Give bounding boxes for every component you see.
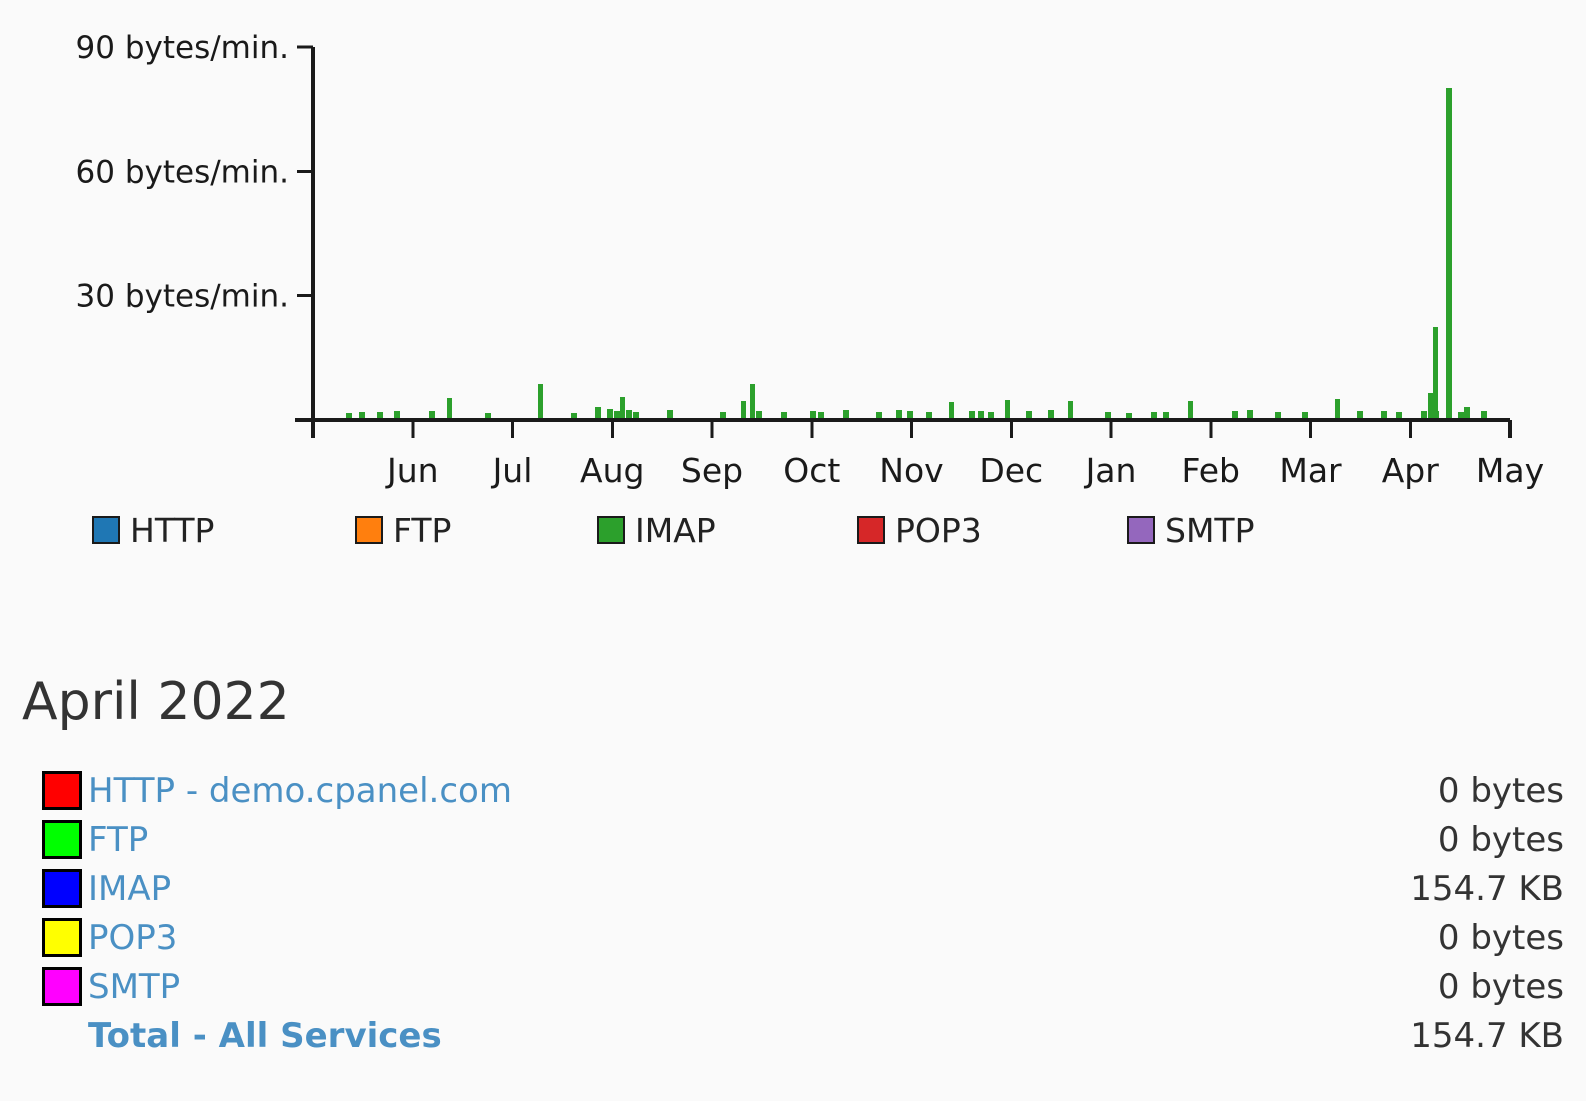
data-bar	[620, 397, 625, 420]
legend-item-pop3[interactable]: POP3	[857, 508, 982, 552]
table-row: Total - All Services 154.7 KB	[20, 1011, 1586, 1060]
table-row: FTP 0 bytes	[20, 815, 1586, 864]
service-value-pop3: 0 bytes	[1148, 913, 1586, 962]
row-label-cell: FTP	[82, 815, 1148, 864]
x-tick-label-nov: Nov	[879, 451, 943, 490]
color-swatch-pop3	[42, 918, 82, 957]
legend-swatch-ftp	[355, 516, 383, 544]
table-row: HTTP - demo.cpanel.com 0 bytes	[20, 766, 1586, 815]
x-tick-label-dec: Dec	[979, 451, 1043, 490]
legend-label-smtp: SMTP	[1165, 514, 1254, 547]
summary-month-title: April 2022	[22, 676, 1586, 728]
row-swatch-cell	[20, 815, 82, 864]
row-label-cell: Total - All Services	[82, 1011, 1148, 1060]
service-link-ftp[interactable]: FTP	[88, 820, 148, 860]
legend-item-ftp[interactable]: FTP	[355, 508, 451, 552]
row-label-cell: SMTP	[82, 962, 1148, 1011]
x-axis-tick-labels: Jun Jul Aug Sep Oct Nov Dec Jan Feb Mar Apr May	[385, 451, 1544, 490]
y-tick-label-90: 90 bytes/min.	[76, 30, 289, 66]
data-bar	[1005, 400, 1010, 420]
service-bandwidth-table: HTTP - demo.cpanel.com0 bytesFTP0 bytesI…	[20, 766, 1586, 1060]
legend-swatch-http	[92, 516, 120, 544]
y-axis-tick-labels: 90 bytes/min. 60 bytes/min. 30 bytes/min.	[76, 30, 289, 315]
legend-item-imap[interactable]: IMAP	[597, 508, 716, 552]
data-bar	[750, 384, 755, 420]
data-bar-spike	[1446, 88, 1452, 420]
bandwidth-chart-panel: 90 bytes/min.60 bytes/min.30 bytes/min. …	[0, 0, 1586, 580]
row-label-cell: POP3	[82, 913, 1148, 962]
service-value-imap: 154.7 KB	[1148, 864, 1586, 913]
x-tick-label-aug: Aug	[580, 451, 644, 490]
row-swatch-cell	[20, 913, 82, 962]
legend-swatch-pop3	[857, 516, 885, 544]
service-value-smtp: 0 bytes	[1148, 962, 1586, 1011]
x-tick-label-apr: Apr	[1382, 451, 1440, 490]
data-bar-spike	[1433, 327, 1438, 420]
legend-item-http[interactable]: HTTP	[92, 508, 214, 552]
legend-swatch-smtp	[1127, 516, 1155, 544]
color-swatch-ftp	[42, 820, 82, 859]
row-swatch-cell	[20, 766, 82, 815]
data-bar	[1188, 401, 1193, 420]
legend-label-imap: IMAP	[635, 514, 716, 547]
legend-label-http: HTTP	[130, 514, 214, 547]
service-link-smtp[interactable]: SMTP	[88, 967, 180, 1007]
x-tick-label-jun: Jun	[385, 451, 439, 490]
service-link-imap[interactable]: IMAP	[88, 869, 171, 909]
data-bar	[1335, 399, 1340, 420]
legend-swatch-imap	[597, 516, 625, 544]
total-label: Total - All Services	[88, 1016, 442, 1056]
x-tick-label-jan: Jan	[1084, 451, 1137, 490]
x-tick-label-may: May	[1476, 451, 1544, 490]
color-swatch-smtp	[42, 967, 82, 1006]
y-tick-label-60: 60 bytes/min.	[76, 154, 289, 190]
row-swatch-cell	[20, 864, 82, 913]
table-row: SMTP 0 bytes	[20, 962, 1586, 1011]
table-row: IMAP 154.7 KB	[20, 864, 1586, 913]
x-tick-label-mar: Mar	[1279, 451, 1342, 490]
chart-canvas: 90 bytes/min.60 bytes/min.30 bytes/min. …	[0, 0, 1586, 500]
row-swatch-cell	[20, 1011, 82, 1060]
color-swatch-imap	[42, 869, 82, 908]
color-swatch-http	[42, 771, 82, 810]
chart-legend: HTTP FTP IMAP POP3 SMTP	[92, 508, 1392, 554]
row-label-cell: HTTP - demo.cpanel.com	[82, 766, 1148, 815]
x-tick-label-feb: Feb	[1182, 451, 1240, 490]
service-value-ftp: 0 bytes	[1148, 815, 1586, 864]
row-label-cell: IMAP	[82, 864, 1148, 913]
y-tick-label-30: 30 bytes/min.	[76, 279, 289, 315]
data-bar	[538, 384, 543, 420]
chart-axes-group	[295, 47, 1510, 438]
table-row: POP3 0 bytes	[20, 913, 1586, 962]
service-link-http[interactable]: HTTP - demo.cpanel.com	[88, 771, 512, 811]
service-bandwidth-table-body: HTTP - demo.cpanel.com0 bytesFTP0 bytesI…	[20, 766, 1586, 1060]
legend-label-ftp: FTP	[393, 514, 451, 547]
data-bar	[1068, 401, 1073, 420]
total-value: 154.7 KB	[1148, 1011, 1586, 1060]
service-value-http: 0 bytes	[1148, 766, 1586, 815]
monthly-summary-section: April 2022 HTTP - demo.cpanel.com 0 bytes…	[0, 676, 1586, 1060]
data-bar	[949, 402, 954, 420]
legend-label-pop3: POP3	[895, 514, 982, 547]
x-tick-label-jul: Jul	[491, 451, 533, 490]
legend-item-smtp[interactable]: SMTP	[1127, 508, 1254, 552]
data-bar	[741, 401, 746, 420]
row-swatch-cell	[20, 962, 82, 1011]
x-tick-label-sep: Sep	[681, 451, 743, 490]
chart-bars-group	[346, 88, 1487, 420]
service-link-pop3[interactable]: POP3	[88, 918, 177, 958]
data-bar	[447, 398, 452, 420]
x-tick-label-oct: Oct	[783, 451, 840, 490]
